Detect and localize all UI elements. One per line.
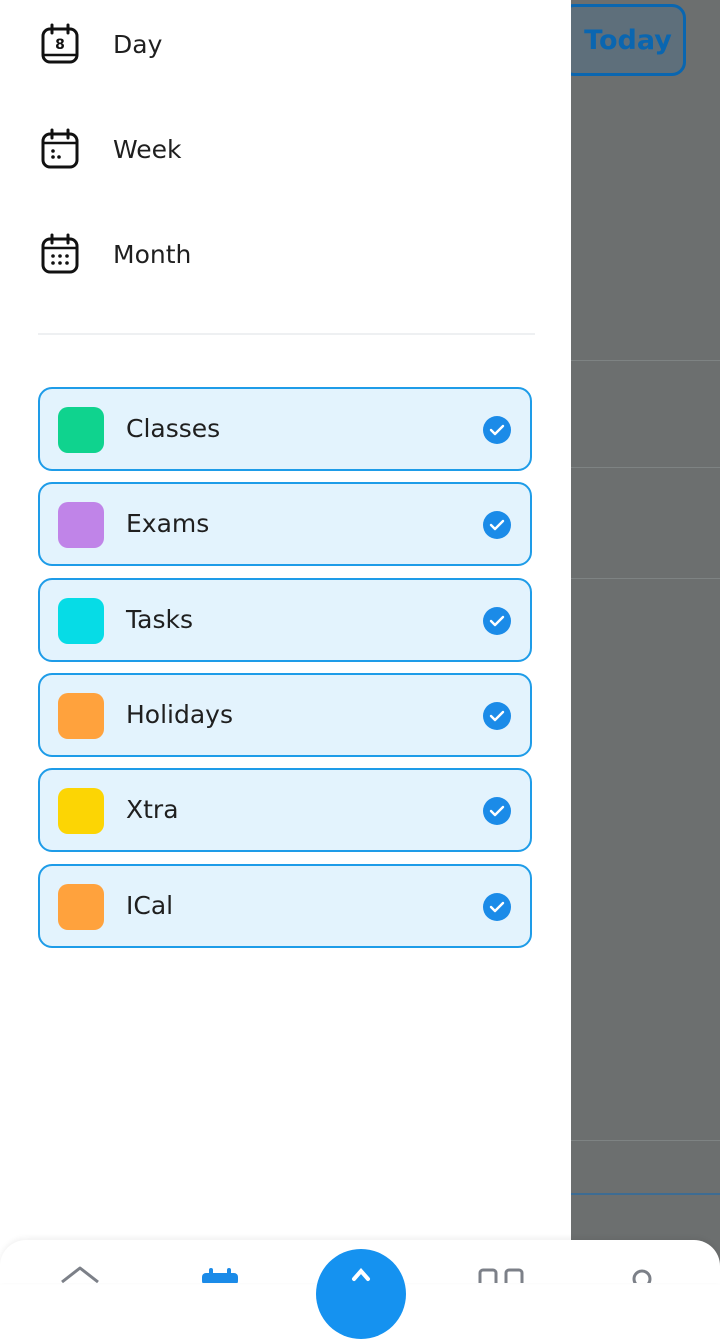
check-circle-icon[interactable] [483,416,511,444]
category-item-tasks[interactable]: Tasks [38,578,532,662]
chevron-up-icon [352,1267,370,1281]
calendar-grid-line [571,1140,720,1141]
category-item-holidays[interactable]: Holidays [38,673,532,757]
calendar-icon[interactable] [202,1268,238,1283]
profile-icon[interactable] [628,1268,656,1283]
check-circle-icon[interactable] [483,511,511,539]
view-item-month[interactable]: Month [0,214,571,294]
add-fab[interactable] [316,1249,406,1339]
category-name: Exams [126,509,210,538]
category-name: Tasks [126,605,193,634]
calendar-day-number: 8 [55,37,65,53]
drawer-scrim[interactable] [571,0,720,1283]
drawer-divider [38,333,535,335]
calendar-current-line [571,1193,720,1195]
navigation-drawer: 8 Day Week Month Classes Exams Tasks Hol… [0,0,571,1283]
calendar-grid-line [571,578,720,579]
view-label-month: Month [113,239,192,269]
check-circle-icon[interactable] [483,893,511,921]
category-color-swatch [58,788,104,834]
category-color-swatch [58,598,104,644]
today-button[interactable]: Today [560,4,686,76]
calendar-month-icon [41,233,79,274]
view-label-week: Week [113,134,182,164]
category-name: ICal [126,891,174,920]
home-icon[interactable] [60,1262,100,1283]
category-item-exams[interactable]: Exams [38,482,532,566]
grid-icon[interactable] [478,1268,524,1283]
check-circle-icon[interactable] [483,607,511,635]
category-color-swatch [58,407,104,453]
calendar-grid-line [571,467,720,468]
view-item-day[interactable]: 8 Day [0,4,571,84]
category-color-swatch [58,693,104,739]
calendar-week-icon [41,128,79,169]
view-label-day: Day [113,29,163,59]
category-color-swatch [58,502,104,548]
category-name: Holidays [126,700,233,729]
calendar-day-icon: 8 [41,23,79,64]
check-circle-icon[interactable] [483,797,511,825]
category-item-ical[interactable]: ICal [38,864,532,948]
category-color-swatch [58,884,104,930]
category-name: Xtra [126,795,179,824]
check-circle-icon[interactable] [483,702,511,730]
category-name: Classes [126,414,221,443]
category-item-classes[interactable]: Classes [38,387,532,471]
category-item-xtra[interactable]: Xtra [38,768,532,852]
view-item-week[interactable]: Week [0,109,571,189]
calendar-grid-line [571,360,720,361]
